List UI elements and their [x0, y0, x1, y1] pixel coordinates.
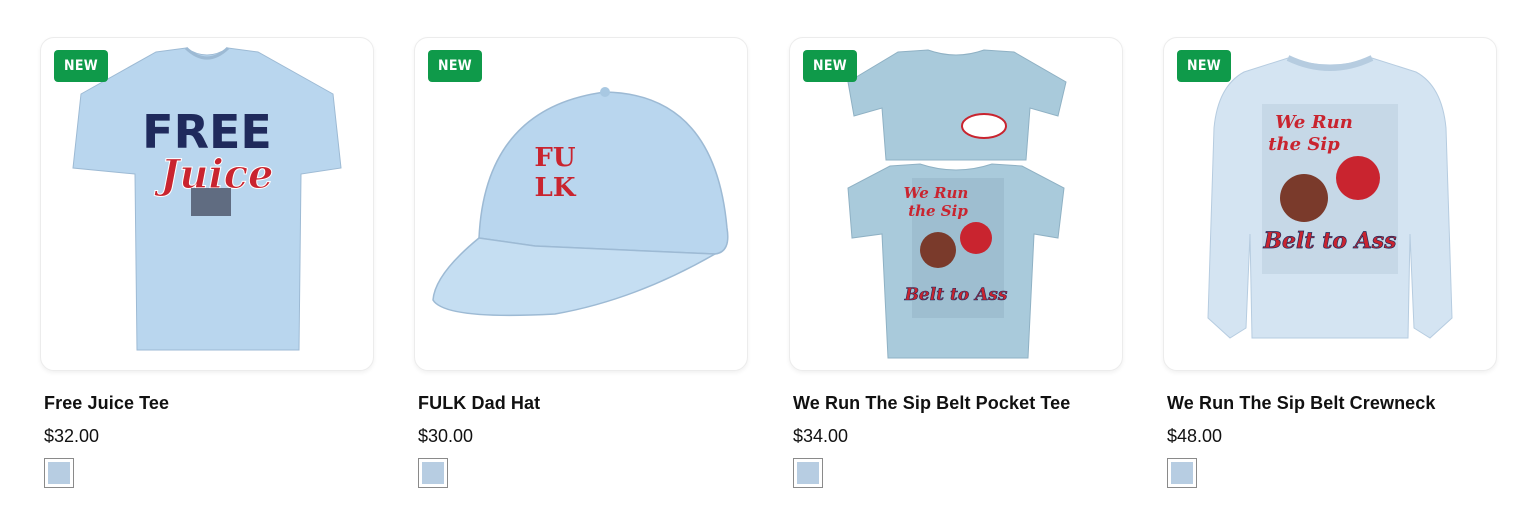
color-swatch[interactable]: [418, 458, 448, 488]
pocket-tee-image: We Run the Sip Belt to Ass: [847, 49, 1067, 359]
product-card: NEW We Run the Sip Belt to Ass We Run Th…: [1163, 37, 1497, 488]
new-badge: NEW: [428, 50, 482, 82]
print-word-2: the Sip: [908, 202, 968, 220]
print-word-1: FU: [534, 143, 575, 173]
print-word-2: the Sip: [1268, 134, 1340, 155]
product-card: NEW FREE Juice Free Juice Tee $32.00: [40, 37, 374, 488]
product-price: $30.00: [418, 426, 474, 446]
product-title[interactable]: Free Juice Tee: [44, 393, 374, 414]
print-word-1: We Run: [1275, 112, 1353, 133]
product-image-link[interactable]: NEW FREE Juice: [40, 37, 374, 371]
product-price: $32.00: [44, 426, 100, 446]
product-card: NEW We Run the Sip Belt to Ass We Run Th…: [789, 37, 1123, 488]
product-image-link[interactable]: NEW We Run the Sip Belt to Ass: [789, 37, 1123, 371]
product-title[interactable]: We Run The Sip Belt Pocket Tee: [793, 393, 1123, 414]
print-word-1: We Run: [904, 184, 969, 202]
print-word-2: LK: [535, 173, 577, 203]
swatch-fill: [797, 462, 819, 484]
color-swatch[interactable]: [44, 458, 74, 488]
product-title[interactable]: We Run The Sip Belt Crewneck: [1167, 393, 1497, 414]
tshirt-image: FREE Juice: [72, 46, 342, 351]
color-swatch[interactable]: [793, 458, 823, 488]
product-card: NEW FU LK FULK Dad Hat $30.00: [414, 37, 748, 488]
product-title[interactable]: FULK Dad Hat: [418, 393, 748, 414]
new-badge: NEW: [54, 50, 108, 82]
product-grid: NEW FREE Juice Free Juice Tee $32.00 NEW…: [0, 0, 1536, 525]
color-swatch[interactable]: [1167, 458, 1197, 488]
print-word-3: Belt to Ass: [904, 285, 1008, 305]
print-word-3: Belt to Ass: [1262, 228, 1396, 254]
swatch-fill: [422, 462, 444, 484]
crewneck-image: We Run the Sip Belt to Ass: [1207, 55, 1453, 339]
new-badge: NEW: [1177, 50, 1231, 82]
product-price: $34.00: [793, 426, 849, 446]
swatch-fill: [48, 462, 70, 484]
swatch-fill: [1171, 462, 1193, 484]
product-image-link[interactable]: NEW We Run the Sip Belt to Ass: [1163, 37, 1497, 371]
new-badge: NEW: [803, 50, 857, 82]
product-image-link[interactable]: NEW FU LK: [414, 37, 748, 371]
product-price: $48.00: [1167, 426, 1223, 446]
cap-image: FU LK: [432, 87, 729, 317]
